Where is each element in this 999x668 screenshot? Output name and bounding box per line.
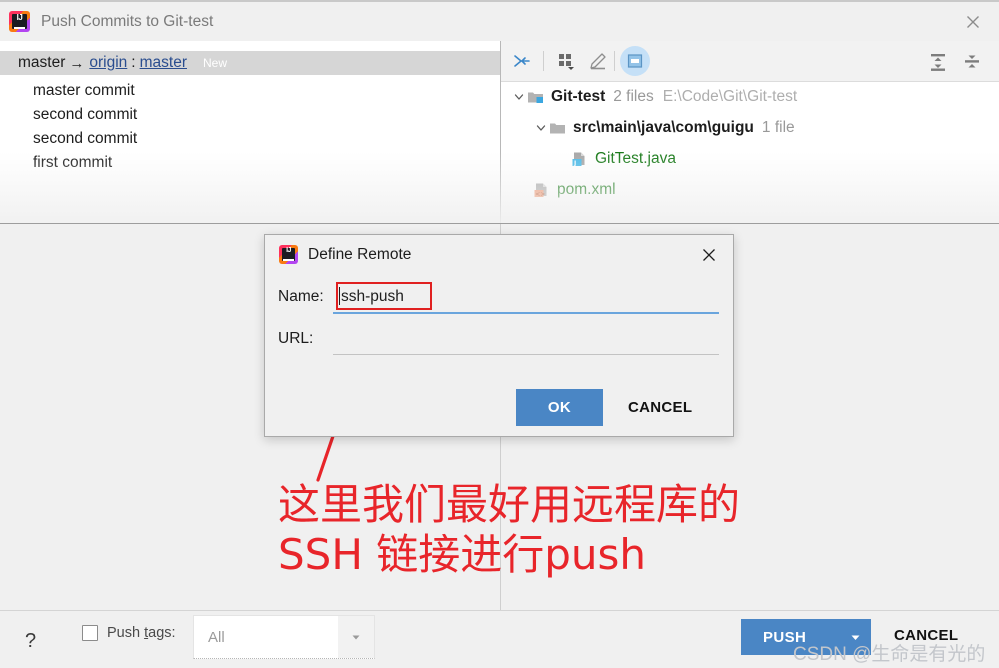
ok-button-label: OK xyxy=(547,399,572,416)
chevron-down-icon[interactable] xyxy=(533,120,549,136)
url-field-label-row: URL: xyxy=(278,330,313,348)
svg-text:J: J xyxy=(573,160,576,167)
tree-row[interactable]: src\main\java\com\guigu 1 file xyxy=(501,112,999,143)
remote-branch-link[interactable]: master xyxy=(140,54,187,72)
name-label: Name: xyxy=(278,288,324,305)
close-icon[interactable] xyxy=(699,245,719,265)
svg-text:<>: <> xyxy=(535,190,545,197)
chevron-down-icon[interactable] xyxy=(338,616,374,658)
remote-url-input[interactable] xyxy=(333,332,719,352)
toolbar-separator xyxy=(543,51,544,71)
group-by-icon[interactable] xyxy=(551,46,581,76)
collapse-all-icon[interactable] xyxy=(957,46,987,76)
dialog-cancel-button[interactable]: CANCEL xyxy=(628,399,692,416)
chevron-down-icon[interactable] xyxy=(839,619,871,655)
tree-node-name: src\main\java\com\guigu xyxy=(573,118,754,136)
xml-file-icon: <> xyxy=(533,182,550,198)
push-tags-combobox-value: All xyxy=(208,628,225,646)
tree-node-path: E:\Code\Git\Git-test xyxy=(662,87,798,105)
new-branch-badge: New xyxy=(202,56,227,70)
push-tags-combobox[interactable]: All xyxy=(193,615,375,659)
files-toolbar xyxy=(501,41,999,82)
tree-row[interactable]: Git-test 2 files E:\Code\Git\Git-test xyxy=(501,81,999,112)
window-title: Push Commits to Git-test xyxy=(41,12,214,30)
list-item[interactable]: second commit xyxy=(0,127,500,151)
help-button[interactable]: ? xyxy=(25,630,36,653)
dialog-title: Define Remote xyxy=(308,245,412,263)
chevron-down-icon[interactable] xyxy=(511,89,527,105)
tree-node-name: pom.xml xyxy=(557,180,616,198)
push-tags-checkbox[interactable] xyxy=(82,625,98,641)
branch-separator: : xyxy=(131,54,136,71)
list-item[interactable]: master commit xyxy=(0,79,500,103)
tree-row[interactable]: <> pom.xml xyxy=(501,174,999,205)
push-tags-label-pre: Push xyxy=(107,625,145,641)
arrows-collapse-icon[interactable] xyxy=(507,46,537,76)
preview-diff-icon[interactable] xyxy=(620,46,650,76)
tree-row[interactable]: J GitTest.java xyxy=(501,143,999,174)
push-tags-label-post: ags: xyxy=(148,625,176,641)
tree-node-name: Git-test xyxy=(551,87,606,105)
expand-all-icon[interactable] xyxy=(923,46,953,76)
remote-name-link[interactable]: origin xyxy=(89,54,127,72)
module-folder-icon xyxy=(527,89,544,105)
push-tags-label: Push tags: xyxy=(107,625,176,641)
list-item[interactable]: second commit xyxy=(0,103,500,127)
text-caret xyxy=(339,287,340,305)
tree-node-name: GitTest.java xyxy=(595,149,676,167)
push-button[interactable]: PUSH xyxy=(741,619,871,655)
intellij-idea-icon: IJ xyxy=(9,11,30,32)
list-item[interactable]: first commit xyxy=(0,151,500,175)
name-input-underline xyxy=(333,312,719,314)
branch-header-row[interactable]: master → origin : master New xyxy=(0,51,500,75)
intellij-idea-icon: IJ xyxy=(279,245,298,264)
push-commits-dialog-window: IJ Push Commits to Git-test master → ori… xyxy=(0,0,999,668)
dialog-titlebar: IJ Define Remote xyxy=(279,245,411,264)
url-input-underline xyxy=(333,354,719,355)
ok-button[interactable]: OK xyxy=(516,389,603,426)
folder-icon xyxy=(549,120,566,136)
arrow-right-icon: → xyxy=(69,54,85,72)
close-icon[interactable] xyxy=(961,10,985,34)
tree-node-meta: 2 files xyxy=(613,87,654,105)
remote-name-input[interactable]: ssh-push xyxy=(341,288,404,306)
java-file-icon: J xyxy=(571,151,588,167)
url-label: URL: xyxy=(278,330,314,347)
toolbar-separator xyxy=(614,51,615,71)
changed-files-tree: Git-test 2 files E:\Code\Git\Git-test sr… xyxy=(501,81,999,205)
name-field-label-row: Name: xyxy=(278,288,324,306)
local-branch-label: master xyxy=(18,54,66,71)
window-titlebar: IJ Push Commits to Git-test xyxy=(0,2,999,41)
cancel-button[interactable]: CANCEL xyxy=(894,627,958,644)
push-tags-control: Push tags: xyxy=(82,625,176,641)
commit-list: master commit second commit second commi… xyxy=(0,79,500,175)
edit-source-icon[interactable] xyxy=(583,46,613,76)
tree-node-meta: 1 file xyxy=(761,118,795,136)
push-button-label: PUSH xyxy=(763,629,807,646)
